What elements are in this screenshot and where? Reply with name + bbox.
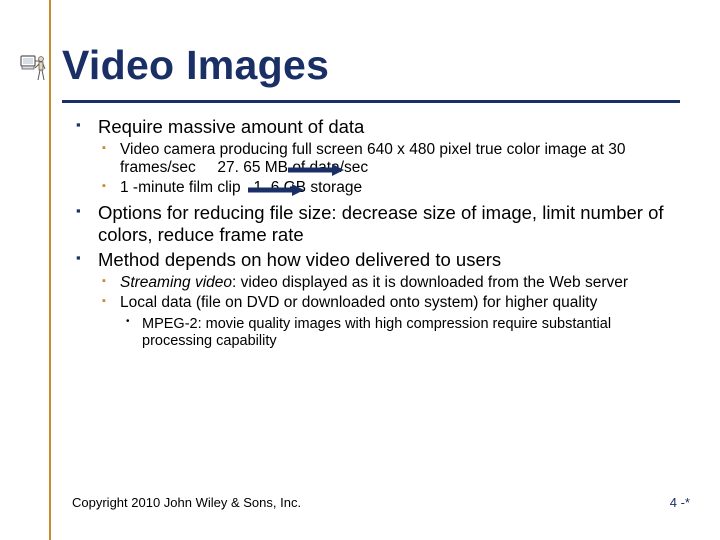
left-vertical-rule xyxy=(49,0,51,540)
bullet-item: Method depends on how video delivered to… xyxy=(72,249,682,350)
content-area: Require massive amount of data Video cam… xyxy=(72,116,682,354)
sub-bullet-text: 27. 65 MB of data/sec xyxy=(217,159,368,176)
sub-bullet-list: Streaming video: video displayed as it i… xyxy=(98,274,682,350)
sub-bullet-item: 1 -minute film clip 1. 6 GB storage xyxy=(98,179,682,197)
sub-bullet-text: Local data (file on DVD or downloaded on… xyxy=(120,294,597,311)
sub-sub-bullet-list: MPEG-2: movie quality images with high c… xyxy=(120,316,682,350)
bullet-text: Require massive amount of data xyxy=(98,116,364,137)
slide-title: Video Images xyxy=(62,42,329,89)
sub-bullet-text: : video displayed as it is downloaded fr… xyxy=(232,274,628,291)
slide-number: 4 -* xyxy=(670,495,690,510)
title-underline xyxy=(62,100,680,103)
sub-bullet-item: Local data (file on DVD or downloaded on… xyxy=(98,294,682,350)
sub-bullet-text: 1 -minute film clip xyxy=(120,179,241,196)
sub-sub-bullet-text: MPEG-2: movie quality images with high c… xyxy=(142,316,611,349)
bullet-text: Options for reducing file size: decrease… xyxy=(98,202,664,245)
bullet-text: Method depends on how video delivered to… xyxy=(98,249,501,270)
bullet-item: Options for reducing file size: decrease… xyxy=(72,202,682,246)
bullet-list: Require massive amount of data Video cam… xyxy=(72,116,682,350)
term-text: Streaming video xyxy=(120,274,232,291)
bullet-item: Require massive amount of data Video cam… xyxy=(72,116,682,198)
sub-bullet-text: 1. 6 GB storage xyxy=(254,179,363,196)
computer-person-icon xyxy=(18,54,46,94)
sub-bullet-item: Video camera producing full screen 640 x… xyxy=(98,141,682,178)
sub-bullet-item: Streaming video: video displayed as it i… xyxy=(98,274,682,292)
sub-bullet-text: Video camera producing full screen 640 x… xyxy=(120,141,625,176)
copyright-text: Copyright 2010 John Wiley & Sons, Inc. xyxy=(72,495,301,510)
sub-bullet-list: Video camera producing full screen 640 x… xyxy=(98,141,682,198)
sub-sub-bullet-item: MPEG-2: movie quality images with high c… xyxy=(120,316,682,350)
slide: Video Images Require massive amount of d… xyxy=(0,0,720,540)
